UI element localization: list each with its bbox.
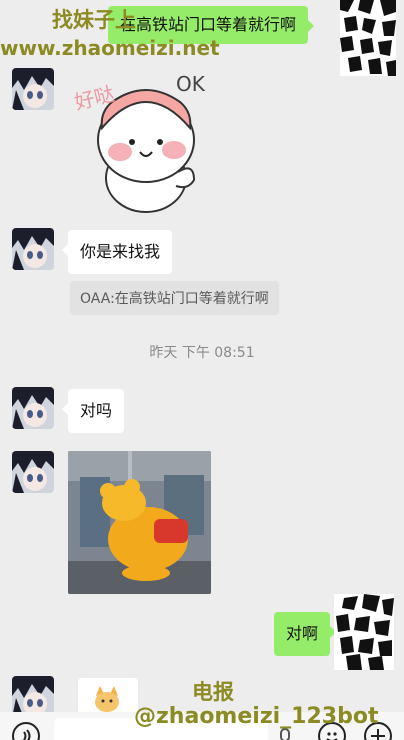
mic-icon[interactable] (280, 728, 290, 740)
received-message-bubble[interactable]: 对吗 (61, 389, 125, 433)
watermark-title: 找妹子上 (52, 8, 136, 32)
cat-sticker[interactable] (78, 678, 138, 714)
sent-message-bubble[interactable]: 对啊 (274, 612, 337, 656)
quote-text: OAA:在高铁站门口等着就行啊 (80, 291, 269, 307)
contact-avatar[interactable] (12, 228, 54, 270)
message-text: 在高铁站门口等着就行啊 (120, 15, 297, 34)
message-text: 对啊 (286, 624, 319, 643)
message-text: 你是来找我 (80, 242, 161, 261)
my-avatar[interactable] (340, 0, 396, 76)
bear-ok-sticker[interactable]: 好哒 OK (68, 68, 218, 214)
my-avatar[interactable] (334, 594, 394, 670)
received-message-bubble[interactable]: 你是来找我 (61, 230, 173, 274)
sticker-caption-en: OK (176, 72, 205, 96)
message-text: 对吗 (80, 401, 113, 420)
watermark-bottom-title: 电报 (192, 680, 234, 704)
quoted-message[interactable]: OAA:在高铁站门口等着就行啊 (70, 281, 279, 315)
contact-avatar[interactable] (12, 387, 54, 429)
contact-avatar[interactable] (12, 68, 54, 110)
watermark-url: www.zhaomeizi.net (0, 36, 220, 60)
voice-icon[interactable] (12, 722, 40, 740)
contact-avatar[interactable] (12, 451, 54, 493)
watermark-handle: @zhaomeizi_123bot (134, 704, 379, 729)
winnie-pooh-photo[interactable] (68, 451, 211, 594)
message-timestamp: 昨天 下午 08:51 (149, 345, 255, 361)
